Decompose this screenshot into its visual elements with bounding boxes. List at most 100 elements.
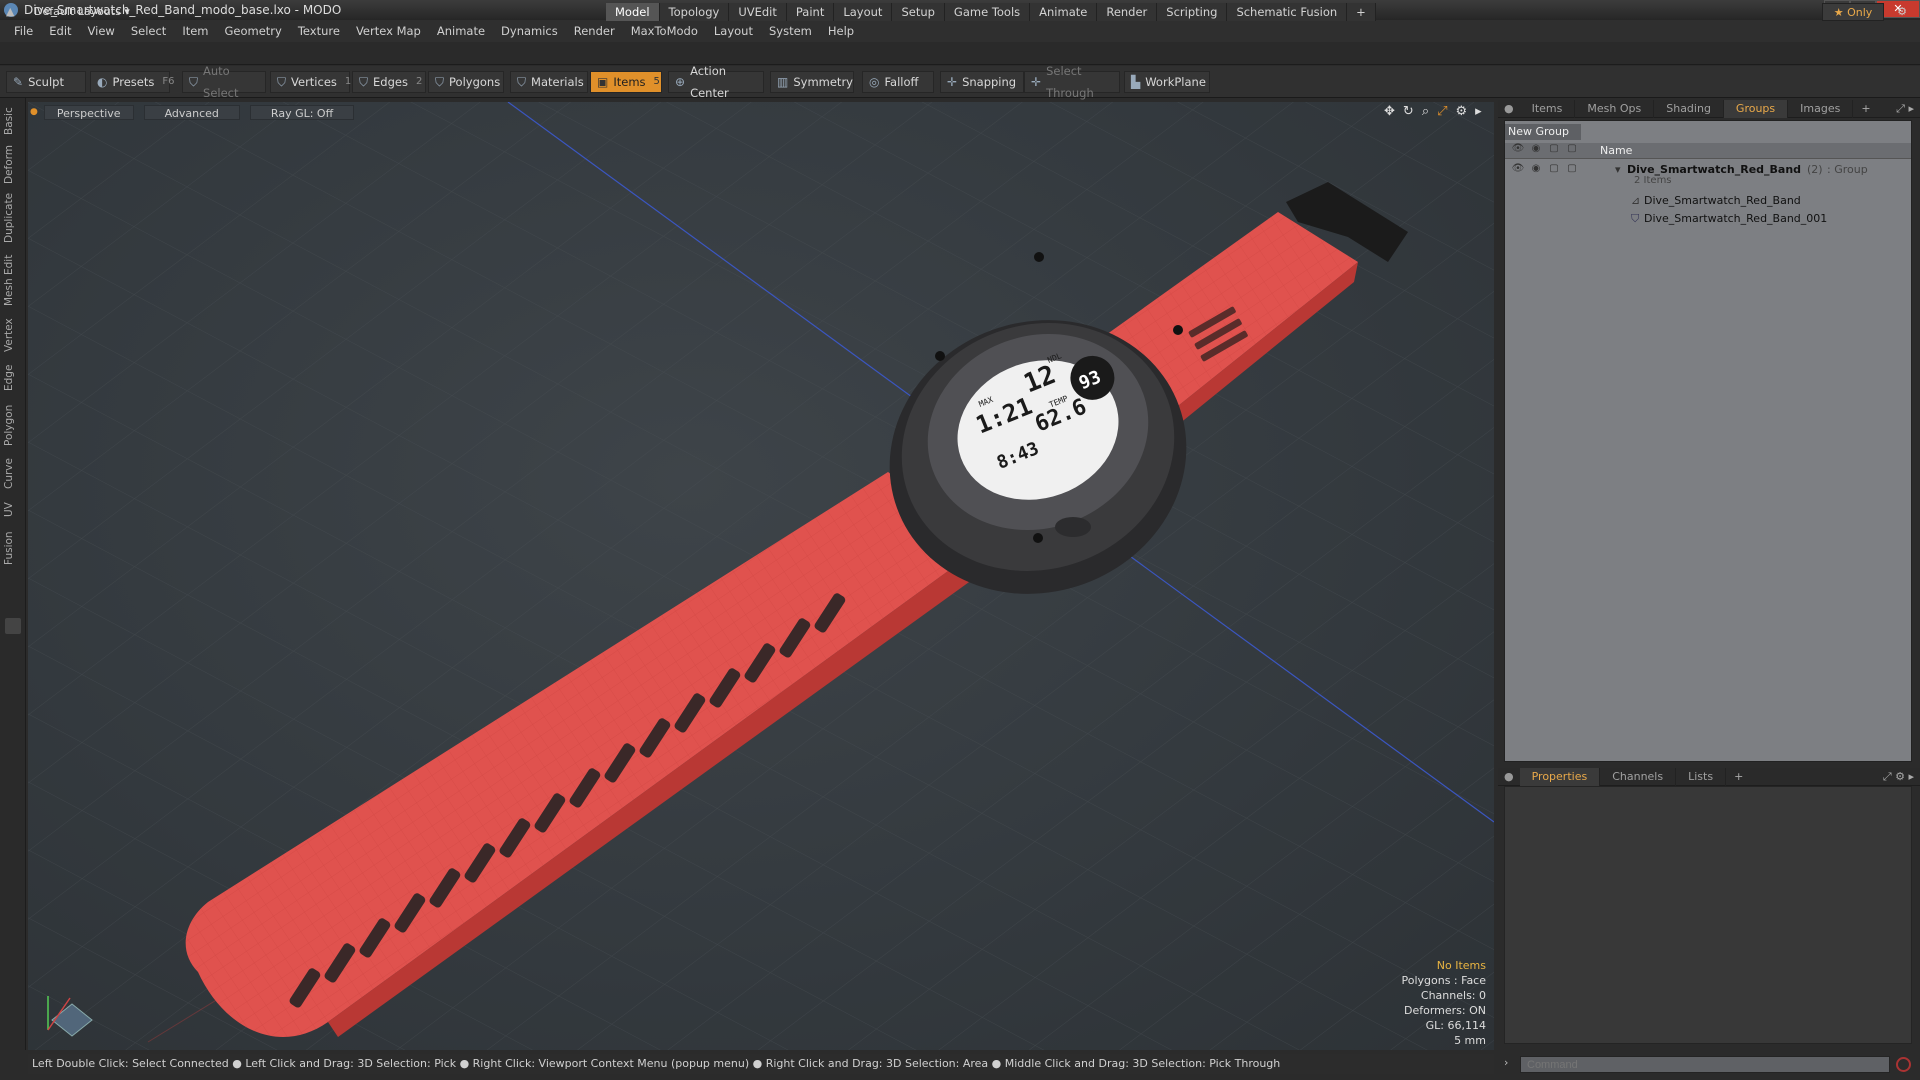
tab-fusion[interactable]: Fusion xyxy=(3,528,23,568)
menu-view[interactable]: View xyxy=(80,24,123,38)
name-column-header[interactable]: Name xyxy=(1600,144,1632,157)
render-column-icon[interactable]: ◉ xyxy=(1527,143,1545,157)
presets-button[interactable]: ◐ Presets F6 xyxy=(90,71,174,93)
polygons-button[interactable]: ⛉ Polygons xyxy=(428,71,504,93)
symmetry-button[interactable]: ▥ Symmetry xyxy=(770,71,854,93)
falloff-icon: ◎ xyxy=(869,75,880,89)
menu-dynamics[interactable]: Dynamics xyxy=(493,24,566,38)
edges-button[interactable]: ⛉ Edges 2 xyxy=(352,71,426,93)
menu-item[interactable]: Item xyxy=(174,24,216,38)
tab-schematic-fusion[interactable]: Schematic Fusion xyxy=(1227,3,1348,21)
menu-animate[interactable]: Animate xyxy=(429,24,493,38)
tab-uv[interactable]: UV xyxy=(3,500,23,520)
menu-maxtomodo[interactable]: MaxToModo xyxy=(623,24,706,38)
polygons-label: Polygons xyxy=(449,75,501,89)
menu-vertex-map[interactable]: Vertex Map xyxy=(348,24,429,38)
menu-texture[interactable]: Texture xyxy=(290,24,348,38)
items-label: Items xyxy=(613,75,646,89)
menu-layout[interactable]: Layout xyxy=(706,24,761,38)
menu-geometry[interactable]: Geometry xyxy=(217,24,290,38)
tab-vertex[interactable]: Vertex xyxy=(3,316,23,354)
tab-deform[interactable]: Deform xyxy=(3,144,23,184)
workplane-button[interactable]: ▙ WorkPlane xyxy=(1124,71,1210,93)
vertices-button[interactable]: ⛉ Vertices 1 xyxy=(270,71,351,93)
3d-viewport[interactable]: 1:21 12 62.6 8:43 MAX NDL TEMP 93 xyxy=(28,102,1494,1050)
tab-groups[interactable]: Groups xyxy=(1723,99,1789,118)
layout-selector[interactable]: ▲ Default Layouts ▾ xyxy=(6,3,130,20)
rotate-icon[interactable]: ↻ xyxy=(1403,104,1414,119)
gear-icon[interactable]: ⚙ xyxy=(1892,3,1912,21)
tab-mesh-ops[interactable]: Mesh Ops xyxy=(1575,99,1655,118)
polygon-icon: ⛉ xyxy=(435,75,445,89)
visibility-column-icon[interactable]: 👁 xyxy=(1509,143,1527,157)
tab-mesh-edit[interactable]: Mesh Edit xyxy=(3,254,23,306)
add-panel-tab-button[interactable]: + xyxy=(1853,102,1878,115)
viewport-menu-icon[interactable]: ● xyxy=(30,107,38,117)
record-icon[interactable] xyxy=(1896,1057,1911,1072)
falloff-button[interactable]: ◎ Falloff xyxy=(862,71,934,93)
tab-scripting[interactable]: Scripting xyxy=(1157,3,1228,21)
menu-render[interactable]: Render xyxy=(566,24,623,38)
select-column-icon[interactable]: ▢ xyxy=(1563,143,1581,157)
tab-uvedit[interactable]: UVEdit xyxy=(729,3,787,21)
raygl-button[interactable]: Ray GL: Off xyxy=(249,104,355,120)
child-row-1[interactable]: ⊿ Dive_Smartwatch_Red_Band xyxy=(1505,192,1911,210)
add-bottom-tab-button[interactable]: + xyxy=(1726,770,1751,783)
panel-toggle-icon[interactable] xyxy=(5,618,21,634)
view-perspective-button[interactable]: Perspective xyxy=(43,104,134,120)
viewport-gear-icon[interactable]: ⚙ xyxy=(1456,104,1468,119)
command-arrow-icon[interactable]: › xyxy=(1504,1056,1508,1069)
pan-icon[interactable]: ✥ xyxy=(1384,104,1395,119)
command-input[interactable] xyxy=(1520,1056,1890,1073)
tab-topology[interactable]: Topology xyxy=(659,3,730,21)
action-center-button[interactable]: ⊕ Action Center xyxy=(668,64,764,100)
tab-layout[interactable]: Layout xyxy=(834,3,893,21)
tab-lists[interactable]: Lists xyxy=(1676,767,1727,786)
tab-duplicate[interactable]: Duplicate xyxy=(3,192,23,244)
sculpt-button[interactable]: ✎ Sculpt xyxy=(6,71,86,93)
zoom-icon[interactable]: ⌕ xyxy=(1422,104,1429,119)
new-group-button[interactable]: New Group xyxy=(1505,124,1581,140)
tab-channels[interactable]: Channels xyxy=(1600,767,1677,786)
tab-render[interactable]: Render xyxy=(1097,3,1158,21)
tab-items[interactable]: Items xyxy=(1520,99,1576,118)
items-button[interactable]: ▣ Items 5 xyxy=(590,71,662,93)
child-row-2[interactable]: ⛉ Dive_Smartwatch_Red_Band_001 xyxy=(1505,210,1911,228)
lock-column-icon[interactable]: ▢ xyxy=(1545,143,1563,157)
tab-images[interactable]: Images xyxy=(1788,99,1854,118)
panel-grip-icon[interactable]: ● xyxy=(1498,102,1520,115)
menu-help[interactable]: Help xyxy=(820,24,862,38)
menu-file[interactable]: File xyxy=(6,24,41,38)
bottom-panel-expand-icon[interactable]: ⤢ ⚙ ▸ xyxy=(1883,770,1920,784)
menu-system[interactable]: System xyxy=(761,24,820,38)
tab-basic[interactable]: Basic xyxy=(3,106,23,136)
tab-edge[interactable]: Edge xyxy=(3,362,23,394)
view-advanced-button[interactable]: Advanced xyxy=(143,104,240,120)
tab-shading[interactable]: Shading xyxy=(1654,99,1724,118)
only-button[interactable]: ★ Only xyxy=(1822,3,1884,21)
tab-polygon[interactable]: Polygon xyxy=(3,402,23,448)
tab-paint[interactable]: Paint xyxy=(786,3,835,21)
symmetry-icon: ▥ xyxy=(777,75,789,89)
tab-model[interactable]: Model xyxy=(606,3,660,21)
menu-select[interactable]: Select xyxy=(123,24,174,38)
collapse-arrow-icon[interactable]: ▲ xyxy=(6,5,18,18)
select-through-icon: ✛ xyxy=(1031,75,1042,89)
fit-icon[interactable]: ⤢ xyxy=(1437,104,1447,119)
tab-animate[interactable]: Animate xyxy=(1030,3,1098,21)
snapping-button[interactable]: ✛ Snapping xyxy=(940,71,1024,93)
add-tab-button[interactable]: + xyxy=(1347,3,1376,21)
tab-game-tools[interactable]: Game Tools xyxy=(944,3,1031,21)
menu-edit[interactable]: Edit xyxy=(41,24,79,38)
tab-properties[interactable]: Properties xyxy=(1519,767,1601,786)
viewport-header: ● Perspective Advanced Ray GL: Off xyxy=(30,104,364,120)
select-through-button[interactable]: ✛ Select Through xyxy=(1024,64,1120,100)
panel-expand-icon[interactable]: ⤢ ▸ xyxy=(1896,102,1920,116)
materials-button[interactable]: ⛉ Materials xyxy=(510,71,588,93)
bottom-panel-grip-icon[interactable]: ● xyxy=(1498,770,1520,783)
tab-setup[interactable]: Setup xyxy=(892,3,945,21)
tab-curve[interactable]: Curve xyxy=(3,456,23,492)
auto-select-button[interactable]: ⛉ Auto Select xyxy=(182,64,266,100)
viewport-expand-icon[interactable]: ▸ xyxy=(1475,104,1482,119)
axis-gizmo-icon xyxy=(47,996,93,1037)
